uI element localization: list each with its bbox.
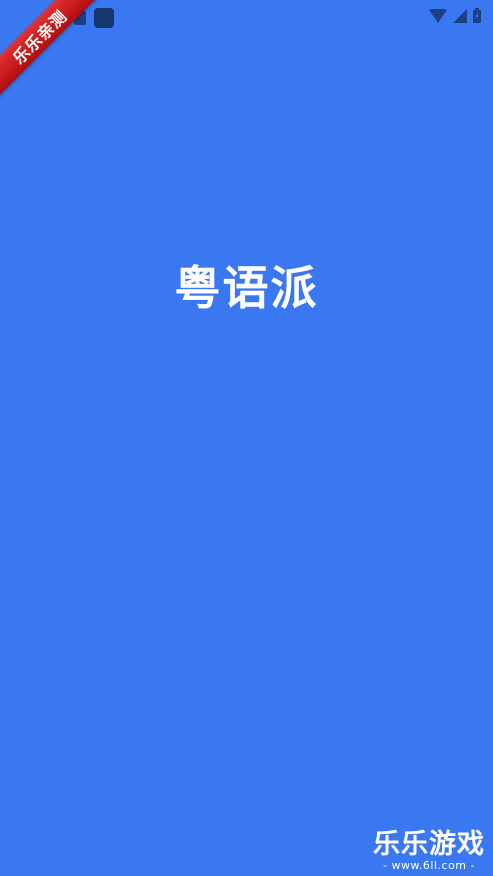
wifi-icon	[429, 8, 447, 27]
watermark-url: - www.6ll.com -	[382, 859, 475, 872]
watermark: 乐乐游戏 - www.6ll.com -	[369, 830, 489, 872]
watermark-name: 乐乐游戏	[373, 829, 485, 860]
battery-icon	[473, 8, 481, 27]
status-right-icons	[429, 8, 481, 27]
signal-icon	[453, 8, 467, 27]
splash-app-title: 粤语派	[174, 261, 319, 315]
app-icon	[94, 8, 114, 28]
